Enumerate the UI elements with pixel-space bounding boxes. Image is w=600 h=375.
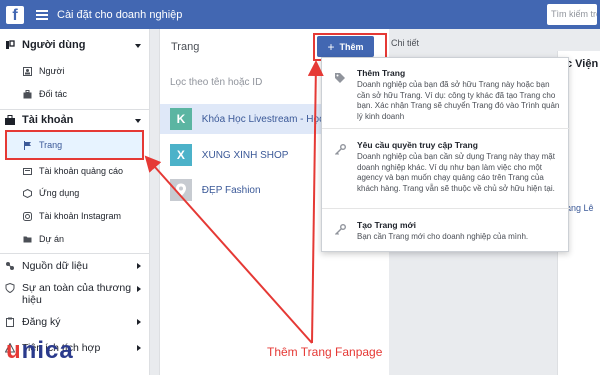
- location-pin-icon: [170, 179, 192, 201]
- menu-item-title: Tạo Trang mới: [357, 220, 416, 230]
- sidebar-item-people[interactable]: Người: [22, 66, 64, 76]
- menu-item-add-page[interactable]: Thêm Trang Doanh nghiệp của bạn đã sở hữ…: [322, 58, 570, 126]
- annotation-label: Thêm Trang Fanpage: [267, 345, 383, 359]
- sidebar-item-ad-accounts[interactable]: Tài khoản quảng cáo: [22, 166, 123, 176]
- sidebar-item-projects[interactable]: Dự án: [22, 234, 64, 244]
- menu-item-create-page[interactable]: Tạo Trang mới Bạn cần Trang mới cho doan…: [322, 210, 570, 252]
- ad-account-icon: [22, 166, 32, 176]
- cube-icon: [22, 188, 32, 198]
- search-input[interactable]: Tìm kiếm trong: [547, 4, 597, 25]
- sidebar-section-label: Tài khoản: [22, 114, 74, 126]
- sidebar-item-label: Sự an toàn của thương hiệu: [22, 282, 132, 306]
- sidebar-item-label: Tài khoản Instagram: [39, 211, 122, 221]
- add-button[interactable]: + Thêm: [317, 36, 374, 57]
- chevron-right-icon[interactable]: [137, 345, 141, 351]
- menu-item-title: Yêu cầu quyền truy cập Trang: [357, 140, 478, 150]
- unica-logo: unica: [6, 337, 74, 364]
- key-icon: [334, 224, 346, 236]
- divider: [0, 253, 149, 254]
- tag-icon: [334, 72, 346, 84]
- menu-icon[interactable]: [36, 9, 48, 20]
- sidebar-item-registrations[interactable]: Đăng ký: [5, 316, 61, 328]
- sidebar-item-partners[interactable]: Đối tác: [22, 89, 67, 99]
- divider: [322, 128, 570, 129]
- pages-header: Trang: [171, 41, 200, 53]
- sidebar-item-apps[interactable]: Ứng dụng: [22, 188, 79, 198]
- sidebar-item-label: Nguồn dữ liệu: [22, 260, 88, 272]
- sidebar-section-label: Người dùng: [22, 39, 86, 51]
- sidebar-item-label: Người: [39, 66, 65, 76]
- data-sources-icon: [5, 261, 15, 271]
- add-button-label: Thêm: [339, 41, 364, 52]
- flag-icon: [22, 140, 32, 150]
- sidebar-item-label: Trang: [39, 140, 63, 150]
- key-icon: [334, 144, 346, 156]
- menu-item-description: Doanh nghiệp của bạn đã sở hữu Trang này…: [357, 80, 560, 121]
- person-icon: [22, 66, 32, 76]
- plus-icon: +: [327, 39, 335, 54]
- chevron-right-icon[interactable]: [137, 263, 141, 269]
- sidebar-item-label: Đối tác: [39, 89, 68, 99]
- sidebar-section-accounts[interactable]: Tài khoản: [5, 114, 73, 126]
- chevron-down-icon[interactable]: [135, 44, 141, 48]
- menu-item-description: Doanh nghiệp của bạn cần sử dụng Trang n…: [357, 152, 555, 193]
- top-bar: f Cài đặt cho doanh nghiệp Tìm kiếm tron…: [0, 0, 600, 29]
- sidebar-item-instagram[interactable]: Tài khoản Instagram: [22, 211, 121, 221]
- detail-tab[interactable]: Chi tiết: [391, 38, 419, 48]
- app-title: Cài đặt cho doanh nghiệp: [57, 8, 183, 21]
- sidebar-item-data-sources[interactable]: Nguồn dữ liệu: [5, 260, 88, 272]
- divider: [0, 109, 149, 110]
- users-icon: [5, 40, 15, 50]
- sidebar-item-label: Ứng dụng: [39, 188, 80, 198]
- page-avatar: K: [170, 108, 192, 130]
- add-page-dropdown: Thêm Trang Doanh nghiệp của bạn đã sở hữ…: [321, 57, 570, 252]
- filter-input[interactable]: Lọc theo tên hoặc ID: [170, 77, 262, 88]
- menu-item-title: Thêm Trang: [357, 68, 406, 78]
- menu-item-request-access[interactable]: Yêu cầu quyền truy cập Trang Doanh nghiệ…: [322, 130, 570, 210]
- briefcase-icon: [22, 89, 32, 99]
- sidebar-item-label: Dự án: [39, 234, 65, 244]
- sidebar-item-pages[interactable]: Trang: [22, 140, 62, 150]
- sidebar: Người dùng Người Đối tác Tài khoản Trang…: [0, 29, 150, 375]
- folder-icon: [22, 234, 32, 244]
- facebook-logo-icon[interactable]: f: [6, 5, 24, 24]
- clipboard-icon: [5, 317, 15, 327]
- detail-link[interactable]: ang Lê: [566, 203, 594, 213]
- shield-icon: [5, 283, 15, 293]
- divider: [322, 208, 570, 209]
- sidebar-section-users[interactable]: Người dùng: [5, 39, 85, 51]
- chevron-right-icon[interactable]: [137, 286, 141, 292]
- page-avatar: X: [170, 144, 192, 166]
- instagram-icon: [22, 211, 32, 221]
- briefcase-icon: [5, 115, 15, 125]
- detail-title: c Viện: [566, 58, 599, 70]
- sidebar-item-label: Đăng ký: [22, 316, 61, 328]
- sidebar-item-label: Tài khoản quảng cáo: [39, 166, 124, 176]
- chevron-right-icon[interactable]: [137, 319, 141, 325]
- sidebar-item-brand-safety[interactable]: Sự an toàn của thương hiệu: [5, 282, 133, 306]
- chevron-down-icon[interactable]: [135, 119, 141, 123]
- menu-item-description: Bạn cần Trang mới cho doanh nghiệp của m…: [357, 232, 529, 241]
